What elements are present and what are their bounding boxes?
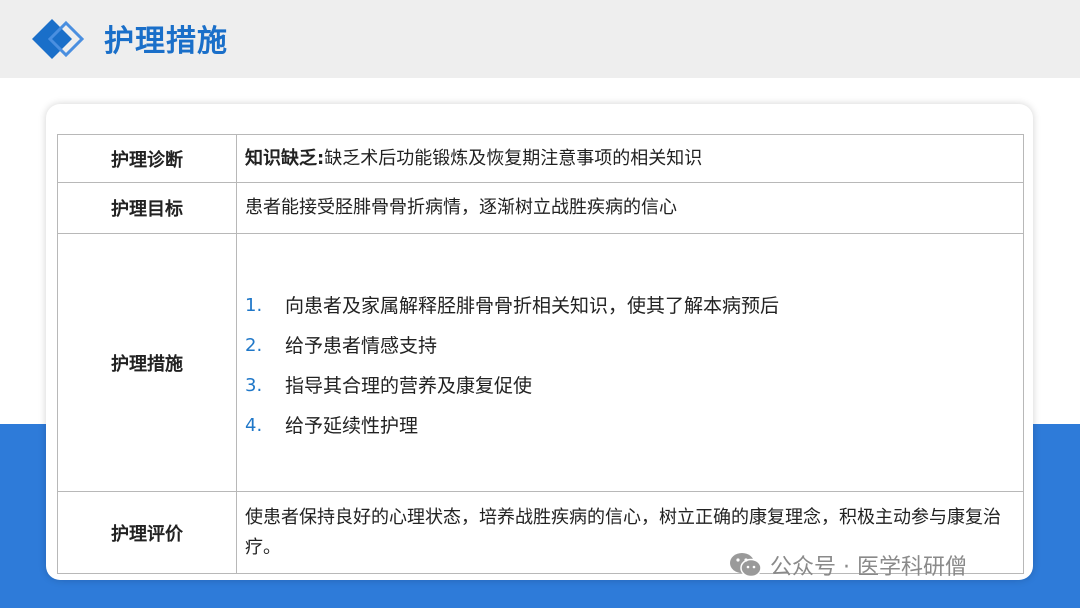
- list-item: 3. 指导其合理的营养及康复促使: [245, 371, 1015, 411]
- list-number: 1.: [245, 294, 263, 316]
- row-value-bold: 知识缺乏:: [245, 147, 325, 169]
- measures-list: 1. 向患者及家属解释胫腓骨骨折相关知识，使其了解本病预后 2. 给予患者情感支…: [236, 233, 1024, 492]
- row-label: 护理诊断: [57, 134, 237, 183]
- row-value: 知识缺乏:缺乏术后功能锻炼及恢复期注意事项的相关知识: [236, 134, 1024, 183]
- slide: 护理措施 护理诊断 知识缺乏:缺乏术后功能锻炼及恢复期注意事项的相关知识 护理目…: [0, 0, 1080, 608]
- table-row: 护理措施 1. 向患者及家属解释胫腓骨骨折相关知识，使其了解本病预后 2. 给予…: [57, 233, 1024, 492]
- row-label: 护理目标: [57, 182, 237, 234]
- list-number: 4.: [245, 414, 263, 436]
- watermark: 公众号 · 医学科研僧: [728, 550, 967, 580]
- list-text: 给予患者情感支持: [285, 334, 438, 357]
- table-row: 护理目标 患者能接受胫腓骨骨折病情，逐渐树立战胜疾病的信心: [57, 182, 1024, 234]
- page-title: 护理措施: [104, 24, 228, 59]
- list-item: 1. 向患者及家属解释胫腓骨骨折相关知识，使其了解本病预后: [245, 291, 1015, 331]
- table-row: 护理诊断 知识缺乏:缺乏术后功能锻炼及恢复期注意事项的相关知识: [57, 134, 1024, 183]
- row-value: 患者能接受胫腓骨骨折病情，逐渐树立战胜疾病的信心: [236, 182, 1024, 234]
- diamond-logo-icon: [32, 19, 85, 59]
- list-number: 3.: [245, 374, 263, 396]
- list-item: 2. 给予患者情感支持: [245, 331, 1015, 371]
- row-label: 护理评价: [57, 491, 237, 574]
- list-text: 给予延续性护理: [285, 414, 419, 437]
- list-text: 向患者及家属解释胫腓骨骨折相关知识，使其了解本病预后: [285, 294, 780, 317]
- row-value-text: 缺乏术后功能锻炼及恢复期注意事项的相关知识: [324, 147, 703, 169]
- watermark-text: 公众号 · 医学科研僧: [770, 555, 967, 580]
- row-label: 护理措施: [57, 233, 237, 492]
- wechat-icon: [730, 553, 762, 578]
- nursing-table: 护理诊断 知识缺乏:缺乏术后功能锻炼及恢复期注意事项的相关知识 护理目标 患者能…: [57, 134, 1024, 574]
- list-text: 指导其合理的营养及康复促使: [285, 374, 533, 397]
- list-item: 4. 给予延续性护理: [245, 411, 1015, 451]
- list-number: 2.: [245, 334, 263, 356]
